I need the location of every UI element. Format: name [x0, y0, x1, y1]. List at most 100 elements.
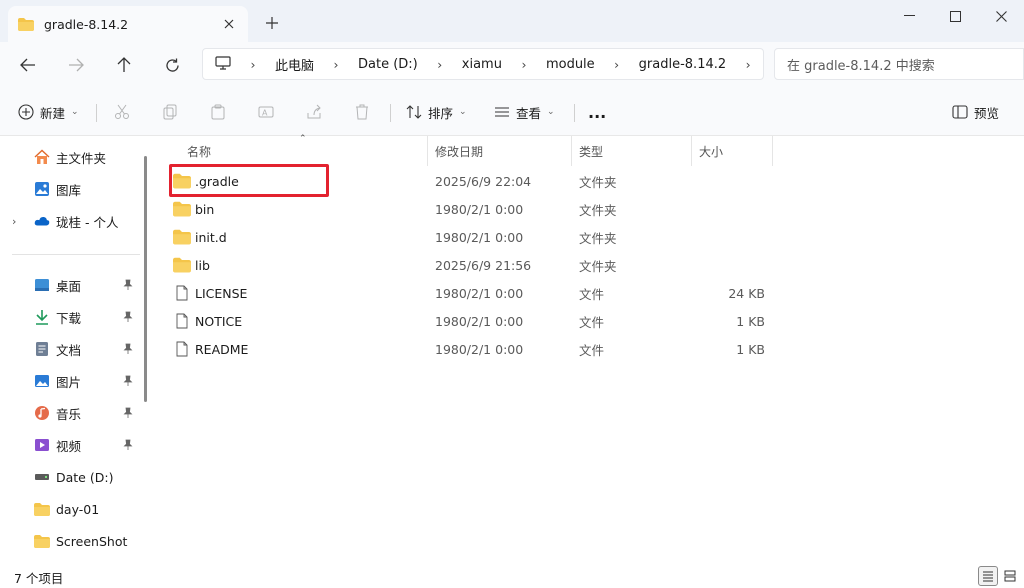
sidebar-scrollbar[interactable] — [144, 156, 147, 402]
chevron-right-icon[interactable]: › — [512, 57, 536, 72]
status-bar: 7 个项目 — [0, 564, 1024, 588]
more-options-button[interactable]: ... — [588, 98, 606, 126]
sort-button[interactable]: 排序 ⌄ — [406, 98, 467, 126]
file-date: 1980/2/1 0:00 — [435, 229, 524, 245]
sidebar-divider — [12, 254, 140, 255]
highlight-annotation — [169, 164, 329, 197]
chevron-right-icon[interactable]: › — [12, 215, 16, 228]
pictures-icon — [34, 373, 50, 389]
sidebar-item-screenshot[interactable]: ScreenShot — [0, 528, 150, 554]
file-row[interactable]: bin 1980/2/1 0:00 文件夹 — [167, 195, 787, 223]
column-header-type[interactable]: 类型 — [579, 140, 603, 162]
chevron-right-icon[interactable]: › — [324, 57, 348, 72]
tab-gradle[interactable]: gradle-8.14.2 — [8, 6, 248, 42]
pin-icon[interactable] — [122, 343, 134, 355]
breadcrumb-this-pc[interactable]: 此电脑 — [265, 55, 324, 74]
sidebar-item-videos[interactable]: 视频 — [0, 432, 150, 458]
file-list: ⌃ 名称 修改日期 类型 大小 .gradle 2025/6/9 22:04 文… — [155, 134, 1024, 564]
svg-text:A: A — [262, 109, 268, 118]
file-name: lib — [195, 257, 210, 273]
file-size: 1 KB — [736, 313, 765, 329]
address-bar[interactable]: › 此电脑 › Date (D:) › xiamu › module › gra… — [202, 48, 764, 80]
delete-button[interactable] — [354, 98, 370, 126]
pin-icon[interactable] — [122, 279, 134, 291]
folder-icon — [34, 501, 50, 517]
new-label: 新建 — [40, 105, 66, 121]
breadcrumb-gradle[interactable]: gradle-8.14.2 — [629, 57, 736, 72]
sidebar-item-downloads[interactable]: 下载 — [0, 304, 150, 330]
share-button[interactable] — [306, 98, 322, 126]
chevron-right-icon[interactable]: › — [605, 57, 629, 72]
forward-button[interactable] — [62, 52, 90, 78]
plus-icon[interactable] — [262, 13, 282, 33]
details-view-button[interactable] — [978, 566, 998, 586]
pin-icon[interactable] — [122, 407, 134, 419]
preview-pane-icon — [952, 105, 968, 119]
search-input[interactable]: 在 gradle-8.14.2 中搜索 — [774, 48, 1024, 80]
minimize-icon[interactable] — [886, 4, 932, 28]
breadcrumb-drive[interactable]: Date (D:) — [348, 57, 428, 72]
sidebar-item-drive-d[interactable]: Date (D:) — [0, 464, 150, 490]
file-row[interactable]: lib 2025/6/9 21:56 文件夹 — [167, 251, 787, 279]
sort-ascending-icon: ⌃ — [299, 134, 307, 144]
paste-button[interactable] — [210, 98, 226, 126]
column-header-date[interactable]: 修改日期 — [435, 140, 483, 162]
tiles-view-button[interactable] — [1000, 566, 1020, 586]
pin-icon[interactable] — [122, 439, 134, 451]
copy-button[interactable] — [162, 98, 178, 126]
cut-button[interactable] — [114, 98, 130, 126]
sidebar-item-onedrive[interactable]: › 珑桂 - 个人 — [0, 208, 150, 234]
rename-button[interactable]: A — [258, 98, 274, 126]
file-row[interactable]: NOTICE 1980/2/1 0:00 文件 1 KB — [167, 307, 787, 335]
column-header-name[interactable]: 名称 — [187, 140, 211, 162]
column-divider[interactable] — [772, 136, 773, 166]
explorer-body: 主文件夹 图库 › 珑桂 - 个人 桌面 下载 文档 图片 音乐 视频 Date… — [0, 134, 1024, 564]
file-name: LICENSE — [195, 285, 248, 301]
file-date: 1980/2/1 0:00 — [435, 201, 524, 217]
column-divider[interactable] — [691, 136, 692, 166]
file-date: 2025/6/9 22:04 — [435, 173, 532, 189]
toolbar-divider — [574, 104, 575, 122]
file-row[interactable]: LICENSE 1980/2/1 0:00 文件 24 KB — [167, 279, 787, 307]
chevron-right-icon[interactable]: › — [736, 57, 760, 72]
chevron-down-icon: ⌄ — [71, 107, 79, 117]
maximize-icon[interactable] — [932, 4, 978, 28]
sidebar-item-desktop[interactable]: 桌面 — [0, 272, 150, 298]
preview-pane-button[interactable]: 预览 — [952, 98, 999, 126]
breadcrumb-xiamu[interactable]: xiamu — [452, 57, 512, 72]
close-tab-icon[interactable] — [220, 15, 238, 33]
file-date: 1980/2/1 0:00 — [435, 285, 524, 301]
folder-icon — [34, 533, 50, 549]
sidebar-item-pictures[interactable]: 图片 — [0, 368, 150, 394]
breadcrumb-module[interactable]: module — [536, 57, 605, 72]
column-header-size[interactable]: 大小 — [699, 140, 723, 162]
sidebar-item-music[interactable]: 音乐 — [0, 400, 150, 426]
new-button[interactable]: 新建 ⌄ — [18, 98, 79, 126]
file-row[interactable]: init.d 1980/2/1 0:00 文件夹 — [167, 223, 787, 251]
sidebar-item-gallery[interactable]: 图库 — [0, 176, 150, 202]
up-button[interactable] — [110, 52, 138, 78]
file-type: 文件夹 — [579, 202, 617, 218]
sidebar-item-documents[interactable]: 文档 — [0, 336, 150, 362]
sidebar-item-day-01[interactable]: day-01 — [0, 496, 150, 522]
pin-icon[interactable] — [122, 375, 134, 387]
file-type: 文件 — [579, 286, 605, 302]
view-button[interactable]: 查看 ⌄ — [494, 98, 555, 126]
sidebar-item-home[interactable]: 主文件夹 — [0, 144, 150, 170]
chevron-down-icon: ⌄ — [547, 107, 555, 117]
file-icon — [176, 341, 188, 357]
chevron-right-icon[interactable]: › — [428, 57, 452, 72]
pin-icon[interactable] — [122, 311, 134, 323]
chevron-right-icon[interactable]: › — [241, 57, 265, 72]
column-divider[interactable] — [427, 136, 428, 166]
folder-icon — [18, 17, 34, 31]
navigation-bar: › 此电脑 › Date (D:) › xiamu › module › gra… — [0, 42, 1024, 88]
file-row[interactable]: README 1980/2/1 0:00 文件 1 KB — [167, 335, 787, 363]
tiles-view-icon — [1004, 570, 1016, 582]
refresh-button[interactable] — [158, 52, 186, 78]
close-icon[interactable] — [978, 4, 1024, 28]
command-bar: 新建 ⌄ A 排序 ⌄ 查看 ⌄ ... 预览 — [0, 88, 1024, 136]
onedrive-icon — [34, 213, 50, 229]
column-divider[interactable] — [571, 136, 572, 166]
back-button[interactable] — [14, 52, 42, 78]
